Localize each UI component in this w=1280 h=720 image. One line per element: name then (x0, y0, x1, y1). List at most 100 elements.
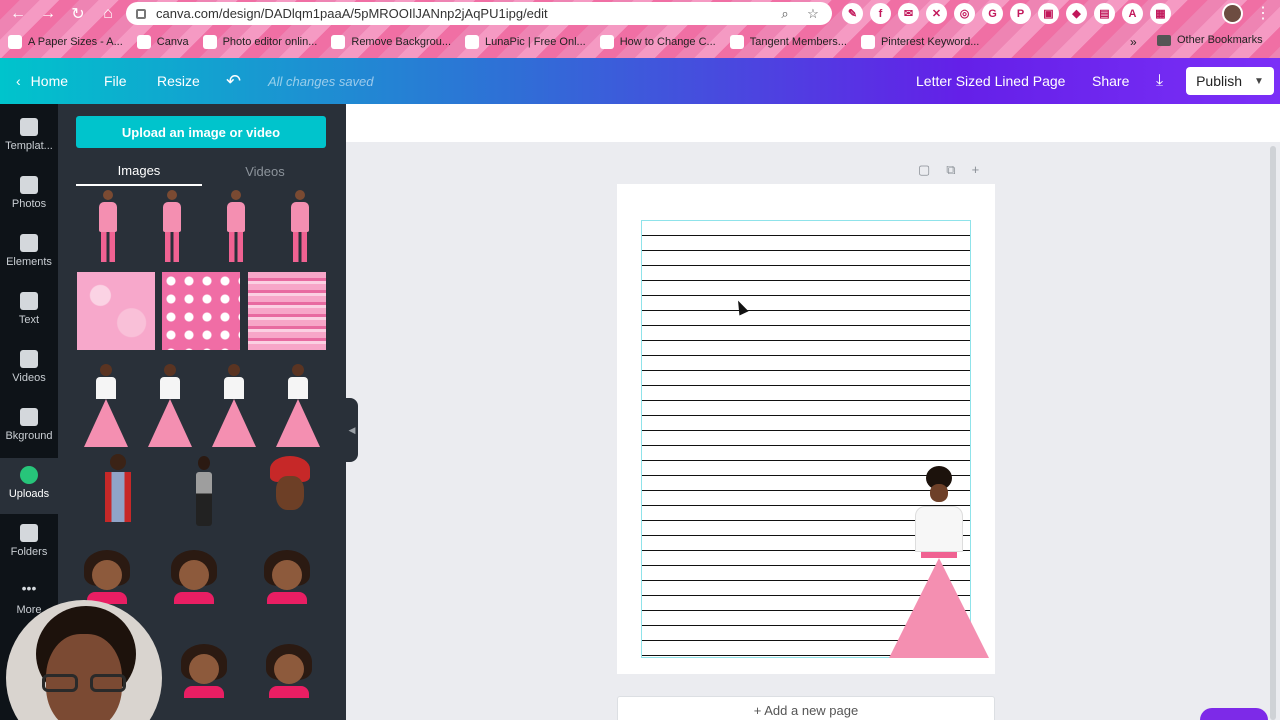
extension-icon[interactable]: ◆ (1066, 3, 1087, 24)
uploaded-image[interactable] (162, 272, 240, 350)
bookmark-item[interactable]: How to Change C... (599, 35, 716, 49)
bookmarks-bar: A Paper Sizes - A... Canva Photo editor … (0, 30, 1280, 54)
uploaded-image[interactable] (146, 364, 194, 448)
bookmark-star-icon[interactable]: ☆ (804, 6, 822, 22)
uploaded-image[interactable] (82, 364, 130, 448)
uploaded-image[interactable] (274, 364, 322, 448)
bookmark-favicon-icon (599, 35, 614, 49)
reload-icon[interactable]: ↻ (70, 4, 86, 24)
extension-icon[interactable]: ✕ (926, 3, 947, 24)
back-icon[interactable]: ← (10, 5, 26, 23)
bookmark-favicon-icon (331, 35, 346, 49)
add-page-icon[interactable]: + (972, 162, 980, 178)
bookmark-item[interactable]: A Paper Sizes - A... (8, 35, 123, 49)
more-dots-icon: ••• (21, 580, 37, 596)
uploaded-image[interactable] (100, 454, 136, 524)
elements-icon (20, 234, 38, 252)
extensions: ✎ f ✉ ✕ ◎ G P ▣ ◆ ▤ A ▦ (842, 3, 1171, 24)
uploaded-image[interactable] (210, 364, 258, 448)
tab-images[interactable]: Images (76, 156, 202, 186)
bookmark-favicon-icon (202, 35, 217, 49)
chevron-left-icon: ‹ (16, 73, 21, 89)
address-bar[interactable]: canva.com/design/DADlqm1paaA/5pMROOIlJAN… (126, 2, 832, 25)
uploaded-image[interactable] (175, 644, 233, 712)
uploaded-image[interactable] (285, 190, 315, 266)
help-button[interactable] (1200, 708, 1268, 720)
extension-icon[interactable]: ▣ (1038, 3, 1059, 24)
resize-button[interactable]: Resize (157, 58, 200, 104)
tab-videos[interactable]: Videos (202, 156, 328, 186)
canvas-scrollbar[interactable] (1270, 146, 1276, 720)
rail-item-templates[interactable]: Templat... (0, 110, 58, 166)
extension-icon[interactable]: ▤ (1094, 3, 1115, 24)
bookmark-item[interactable]: Tangent Members... (729, 35, 847, 49)
home-button[interactable]: ‹ Home (16, 58, 68, 104)
context-toolbar (346, 104, 1280, 142)
background-icon (20, 408, 38, 426)
uploaded-image[interactable] (248, 272, 326, 350)
extension-icon[interactable]: ✉ (898, 3, 919, 24)
bookmark-favicon-icon (136, 35, 151, 49)
font-extension-icon[interactable]: f (870, 3, 891, 24)
bookmark-item[interactable]: Pinterest Keyword... (860, 35, 979, 49)
rail-item-photos[interactable]: Photos (0, 168, 58, 224)
text-icon (20, 292, 38, 310)
uploaded-image[interactable] (77, 272, 155, 350)
design-title[interactable]: Letter Sized Lined Page (916, 58, 1065, 104)
more-bookmarks-button[interactable]: » (1130, 35, 1137, 49)
uploaded-image[interactable] (165, 550, 223, 618)
page-tools: ▢ ⧉ + (918, 162, 979, 178)
bookmark-favicon-icon (860, 35, 875, 49)
extension-icon[interactable]: ◎ (954, 3, 975, 24)
uploaded-image[interactable] (268, 456, 312, 520)
uploaded-image[interactable] (260, 644, 318, 712)
pinterest-icon[interactable]: P (1010, 3, 1031, 24)
rail-item-uploads[interactable]: Uploads (0, 458, 58, 514)
url-text: canva.com/design/DADlqm1paaA/5pMROOIlJAN… (156, 6, 548, 21)
folder-icon (1157, 34, 1171, 46)
uploaded-image[interactable] (93, 190, 123, 266)
browser-toolbar: ← → ↻ ⌂ canva.com/design/DADlqm1paaA/5pM… (0, 0, 1280, 58)
extension-icon[interactable]: ✎ (842, 3, 863, 24)
rail-item-text[interactable]: Text (0, 284, 58, 340)
download-icon[interactable]: ⤓ (1156, 58, 1163, 104)
adblock-icon[interactable]: A (1122, 3, 1143, 24)
bookmark-item[interactable]: Remove Backgrou... (331, 35, 451, 49)
bookmark-favicon-icon (8, 35, 22, 49)
add-new-page-button[interactable]: + Add a new page (617, 696, 995, 720)
file-menu[interactable]: File (104, 58, 127, 104)
photos-icon (20, 176, 38, 194)
home-icon[interactable]: ⌂ (100, 5, 116, 23)
upload-icon (20, 466, 38, 484)
duplicate-page-icon[interactable]: ⧉ (946, 162, 955, 178)
share-button[interactable]: Share (1092, 58, 1129, 104)
forward-icon[interactable]: → (40, 5, 56, 23)
bookmark-item[interactable]: LunaPic | Free Onl... (465, 35, 586, 49)
uploaded-image[interactable] (193, 456, 215, 526)
zoom-icon[interactable]: ⌕ (776, 6, 794, 22)
bookmark-favicon-icon (729, 35, 744, 49)
grammarly-icon[interactable]: G (982, 3, 1003, 24)
folder-icon (20, 524, 38, 542)
page-notes-icon[interactable]: ▢ (918, 162, 930, 178)
bookmark-item[interactable]: Photo editor onlin... (202, 35, 317, 49)
rail-item-background[interactable]: Bkground (0, 400, 58, 456)
rail-item-elements[interactable]: Elements (0, 226, 58, 282)
uploaded-image[interactable] (221, 190, 251, 266)
uploaded-image[interactable] (157, 190, 187, 266)
rail-item-videos[interactable]: Videos (0, 342, 58, 398)
upload-media-button[interactable]: Upload an image or video (76, 116, 326, 148)
figure-illustration[interactable] (884, 466, 994, 670)
extension-icon[interactable]: ▦ (1150, 3, 1171, 24)
bookmark-item[interactable]: Canva (136, 35, 189, 49)
browser-menu-icon[interactable]: ⋮ (1255, 3, 1271, 23)
rail-item-folders[interactable]: Folders (0, 516, 58, 572)
lock-icon (136, 8, 146, 19)
collapse-panel-button[interactable]: ◀ (346, 398, 358, 462)
uploaded-image[interactable] (258, 550, 316, 618)
other-bookmarks[interactable]: Other Bookmarks (1157, 34, 1263, 46)
profile-avatar[interactable] (1222, 3, 1243, 24)
publish-button[interactable]: Publish ▼ (1186, 67, 1274, 95)
undo-icon[interactable]: ↶ (226, 58, 241, 104)
browser-nav: ← → ↻ ⌂ (10, 3, 116, 25)
